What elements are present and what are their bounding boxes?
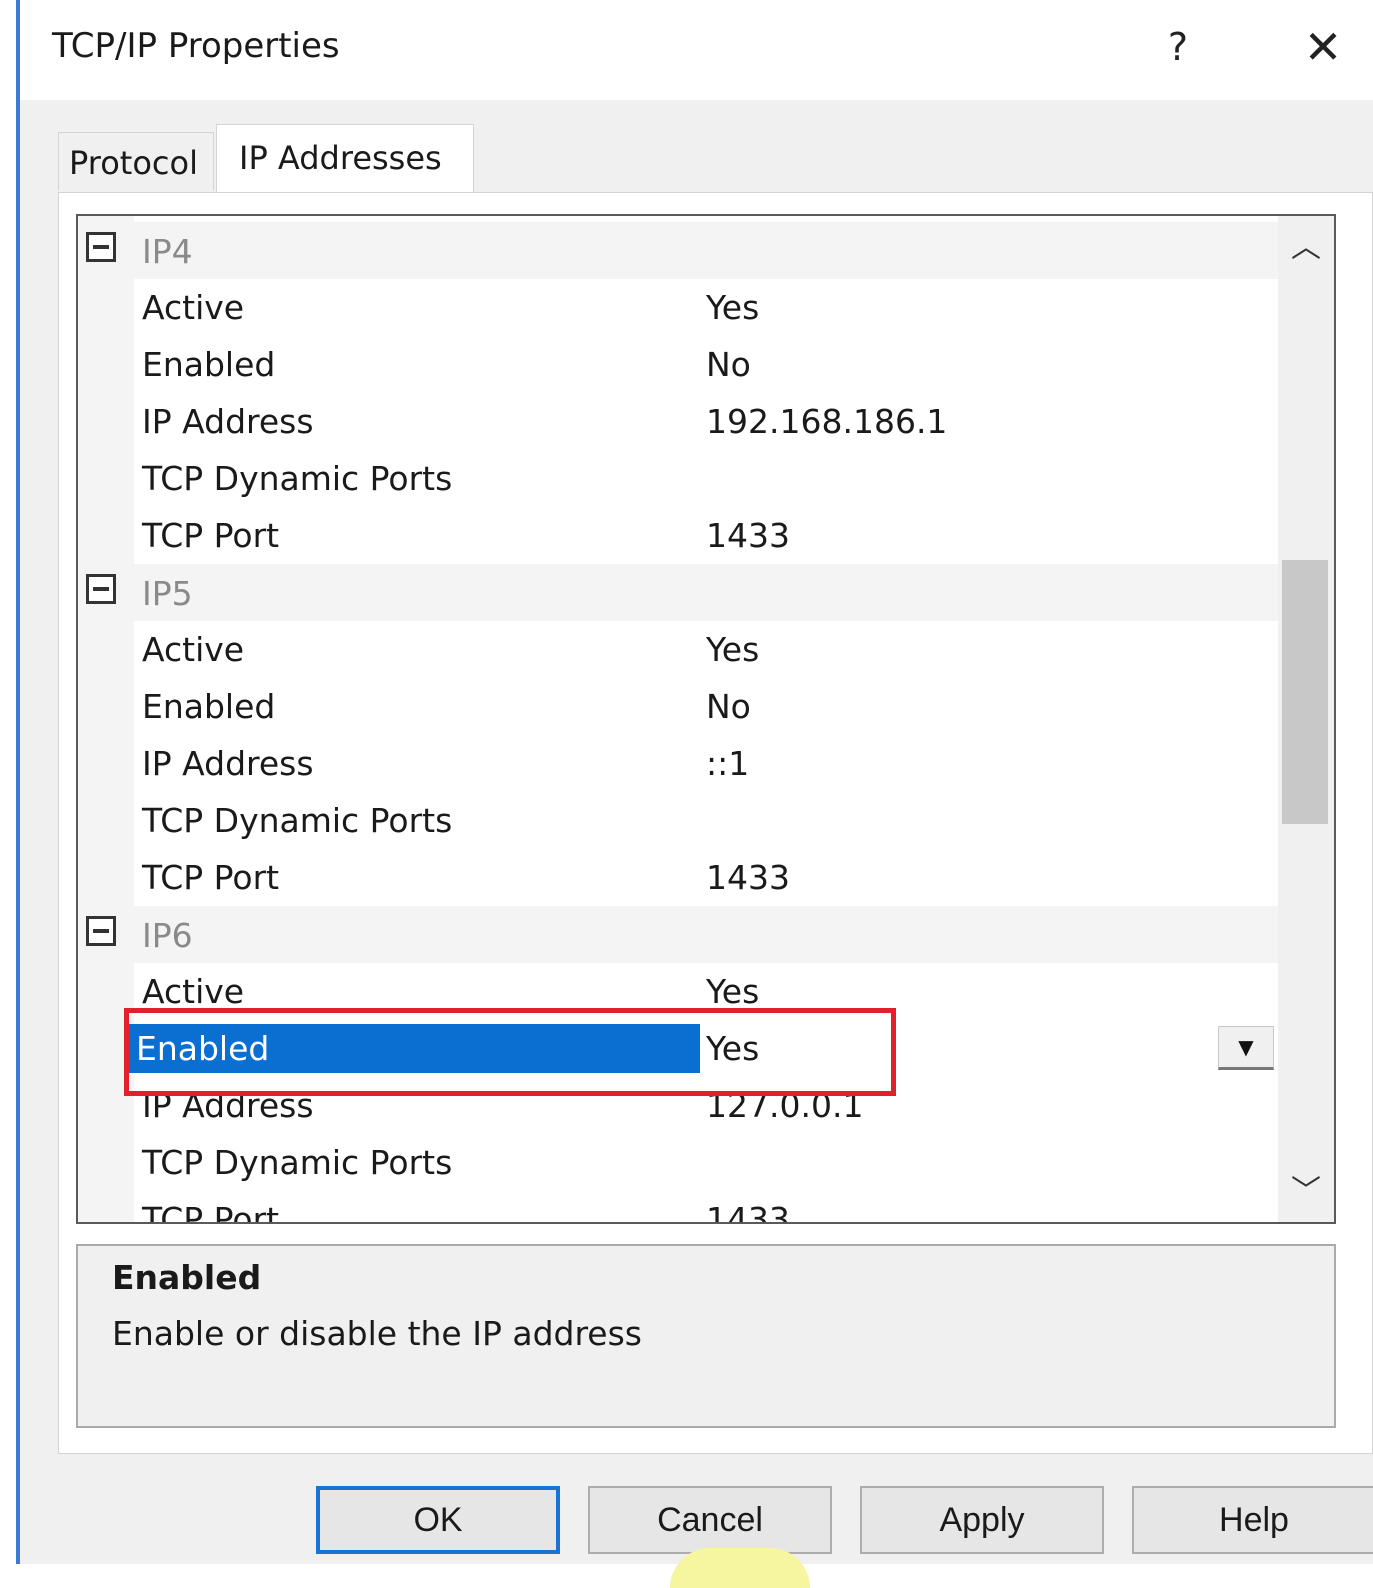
category-ip4[interactable]: IP4 [78,222,1278,279]
cursor-highlight [670,1548,810,1588]
property-row[interactable]: TCP Dynamic Ports [78,450,1278,507]
ok-button[interactable]: OK [316,1486,560,1554]
property-name: TCP Port [142,858,280,897]
tcpip-properties-dialog: TCP/IP Properties ? ✕ Protocol IP Addres… [20,0,1373,1588]
category-name: IP4 [142,232,193,271]
property-value[interactable] [706,450,1266,507]
help-icon[interactable]: ? [1158,22,1198,72]
property-value[interactable]: No [706,678,1266,735]
property-name: TCP Port [142,516,280,555]
property-row[interactable]: Enabled No [78,336,1278,393]
property-row[interactable]: TCP Port 1433 [78,507,1278,564]
property-name: Enabled [142,345,276,384]
property-row[interactable]: Active Yes [78,621,1278,678]
category-ip5[interactable]: IP5 [78,564,1278,621]
collapse-icon[interactable] [86,232,116,262]
property-name: TCP Dynamic Ports [142,459,453,498]
dropdown-arrow-icon[interactable]: ▼ [1218,1026,1274,1070]
property-value[interactable]: 1433 [706,507,1266,564]
property-row[interactable]: TCP Dynamic Ports [78,1134,1278,1191]
chevron-down-icon[interactable]: ﹀ [1278,1168,1334,1216]
property-name: Enabled [142,687,276,726]
category-name: IP5 [142,574,193,613]
property-value[interactable]: Yes [706,621,1266,678]
property-name: IP Address [142,402,314,441]
property-name: TCP Port [142,1200,280,1224]
property-value[interactable]: Yes [706,279,1266,336]
title-bar: TCP/IP Properties ? ✕ [20,0,1373,100]
category-ip6[interactable]: IP6 [78,906,1278,963]
property-value[interactable] [706,1134,1266,1191]
property-name: TCP Dynamic Ports [142,1143,453,1182]
property-value[interactable]: ::1 [706,735,1266,792]
help-button[interactable]: Help [1132,1486,1373,1554]
annotation-highlight-box [124,1008,896,1096]
property-row[interactable]: Enabled No [78,678,1278,735]
vertical-scrollbar[interactable]: ︿ ﹀ [1278,216,1334,1222]
chevron-up-icon[interactable]: ︿ [1278,224,1334,272]
property-value[interactable] [706,792,1266,849]
property-value[interactable]: 1433 [706,1191,1266,1222]
property-name: Active [142,288,245,327]
description-text: Enable or disable the IP address [112,1314,642,1353]
scrollbar-thumb[interactable] [1282,560,1328,824]
cancel-button[interactable]: Cancel [588,1486,832,1554]
collapse-icon[interactable] [86,916,116,946]
category-name: IP6 [142,916,193,955]
description-panel: Enabled Enable or disable the IP address [76,1244,1336,1428]
property-row[interactable]: TCP Port 1433 [78,849,1278,906]
property-name: Active [142,630,245,669]
collapse-icon[interactable] [86,574,116,604]
close-icon[interactable]: ✕ [1298,22,1348,72]
property-value[interactable]: No [706,336,1266,393]
property-row[interactable]: IP Address ::1 [78,735,1278,792]
property-value[interactable]: 192.168.186.1 [706,393,1266,450]
description-title: Enabled [112,1258,262,1297]
property-name: IP Address [142,744,314,783]
property-row[interactable]: TCP Dynamic Ports [78,792,1278,849]
property-row[interactable]: Active Yes [78,279,1278,336]
tab-protocol[interactable]: Protocol [58,132,214,190]
apply-button[interactable]: Apply [860,1486,1104,1554]
tab-ip-addresses[interactable]: IP Addresses [216,124,474,194]
property-name: TCP Dynamic Ports [142,801,453,840]
dialog-title: TCP/IP Properties [52,26,340,66]
property-value[interactable]: 1433 [706,849,1266,906]
property-row[interactable]: TCP Port 1433 [78,1191,1278,1224]
property-row[interactable]: IP Address 192.168.186.1 [78,393,1278,450]
